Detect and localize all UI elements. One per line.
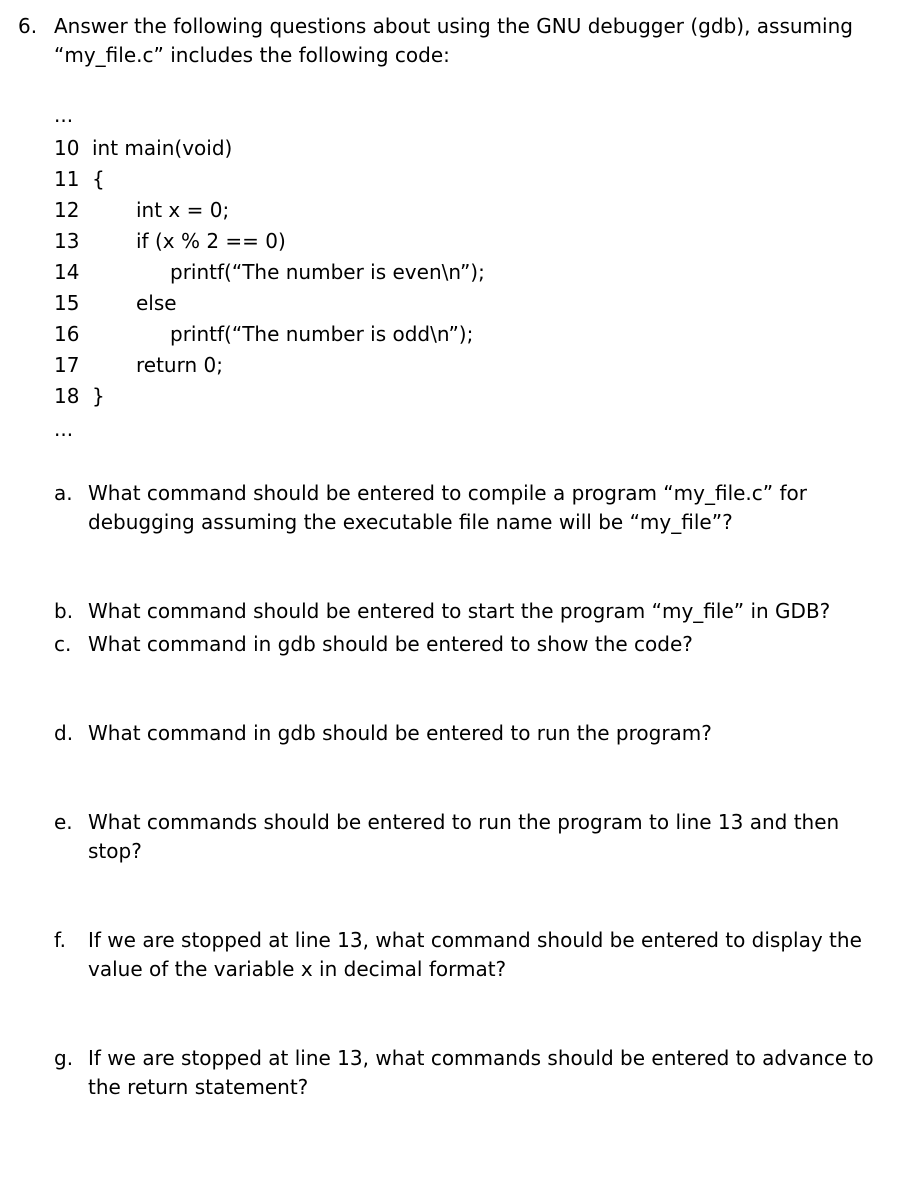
subquestion-marker: g. [54,1044,88,1073]
code-text: printf(“The number is odd\n”); [92,319,473,350]
code-text: { [92,164,105,195]
subquestion: g.If we are stopped at line 13, what com… [54,1044,903,1102]
subquestion-text: What command in gdb should be entered to… [88,630,903,659]
code-text: printf(“The number is even\n”); [92,257,485,288]
code-line: 10int main(void) [54,133,903,164]
code-line: 16printf(“The number is odd\n”); [54,319,903,350]
question-prompt: Answer the following questions about usi… [54,12,881,70]
subquestion-marker: b. [54,597,88,626]
code-listing: ... 10int main(void)11{12int x = 0;13if … [54,98,903,447]
subquestion-marker: e. [54,808,88,837]
subquestion-marker: a. [54,479,88,508]
line-number: 14 [54,257,92,288]
subquestion: a.What command should be entered to comp… [54,479,903,537]
code-line: 11{ [54,164,903,195]
subquestion-marker: c. [54,630,88,659]
line-number: 10 [54,133,92,164]
code-text: if (x % 2 == 0) [92,226,286,257]
subquestion: d.What command in gdb should be entered … [54,719,903,748]
code-text: else [92,288,177,319]
document-page: 6. Answer the following questions about … [0,0,903,1192]
subquestion: f.If we are stopped at line 13, what com… [54,926,903,984]
line-number: 17 [54,350,92,381]
subquestion-text: What command should be entered to start … [88,597,903,626]
subquestion: b.What command should be entered to star… [54,597,903,626]
line-number: 13 [54,226,92,257]
code-line: 14printf(“The number is even\n”); [54,257,903,288]
subquestion-text: If we are stopped at line 13, what comma… [88,926,903,984]
line-number: 16 [54,319,92,350]
code-line: 17return 0; [54,350,903,381]
subquestion-text: If we are stopped at line 13, what comma… [88,1044,903,1102]
subquestion: e.What commands should be entered to run… [54,808,903,866]
code-text: int main(void) [92,133,232,164]
code-ellipsis-top: ... [54,98,903,133]
subquestion-list: a.What command should be entered to comp… [54,479,903,1102]
subquestion-text: What commands should be entered to run t… [88,808,903,866]
subquestion-text: What command in gdb should be entered to… [88,719,903,748]
subquestion-marker: d. [54,719,88,748]
code-line: 13if (x % 2 == 0) [54,226,903,257]
subquestion-marker: f. [54,926,88,955]
main-question: 6. Answer the following questions about … [0,12,903,70]
code-ellipsis-bottom: ... [54,412,903,447]
code-line: 18} [54,381,903,412]
line-number: 12 [54,195,92,226]
subquestion-text: What command should be entered to compil… [88,479,903,537]
code-text: } [92,381,105,412]
line-number: 15 [54,288,92,319]
code-text: return 0; [92,350,223,381]
code-line: 12int x = 0; [54,195,903,226]
question-number: 6. [18,12,54,41]
subquestion: c.What command in gdb should be entered … [54,630,903,659]
code-line: 15else [54,288,903,319]
code-text: int x = 0; [92,195,229,226]
line-number: 11 [54,164,92,195]
line-number: 18 [54,381,92,412]
